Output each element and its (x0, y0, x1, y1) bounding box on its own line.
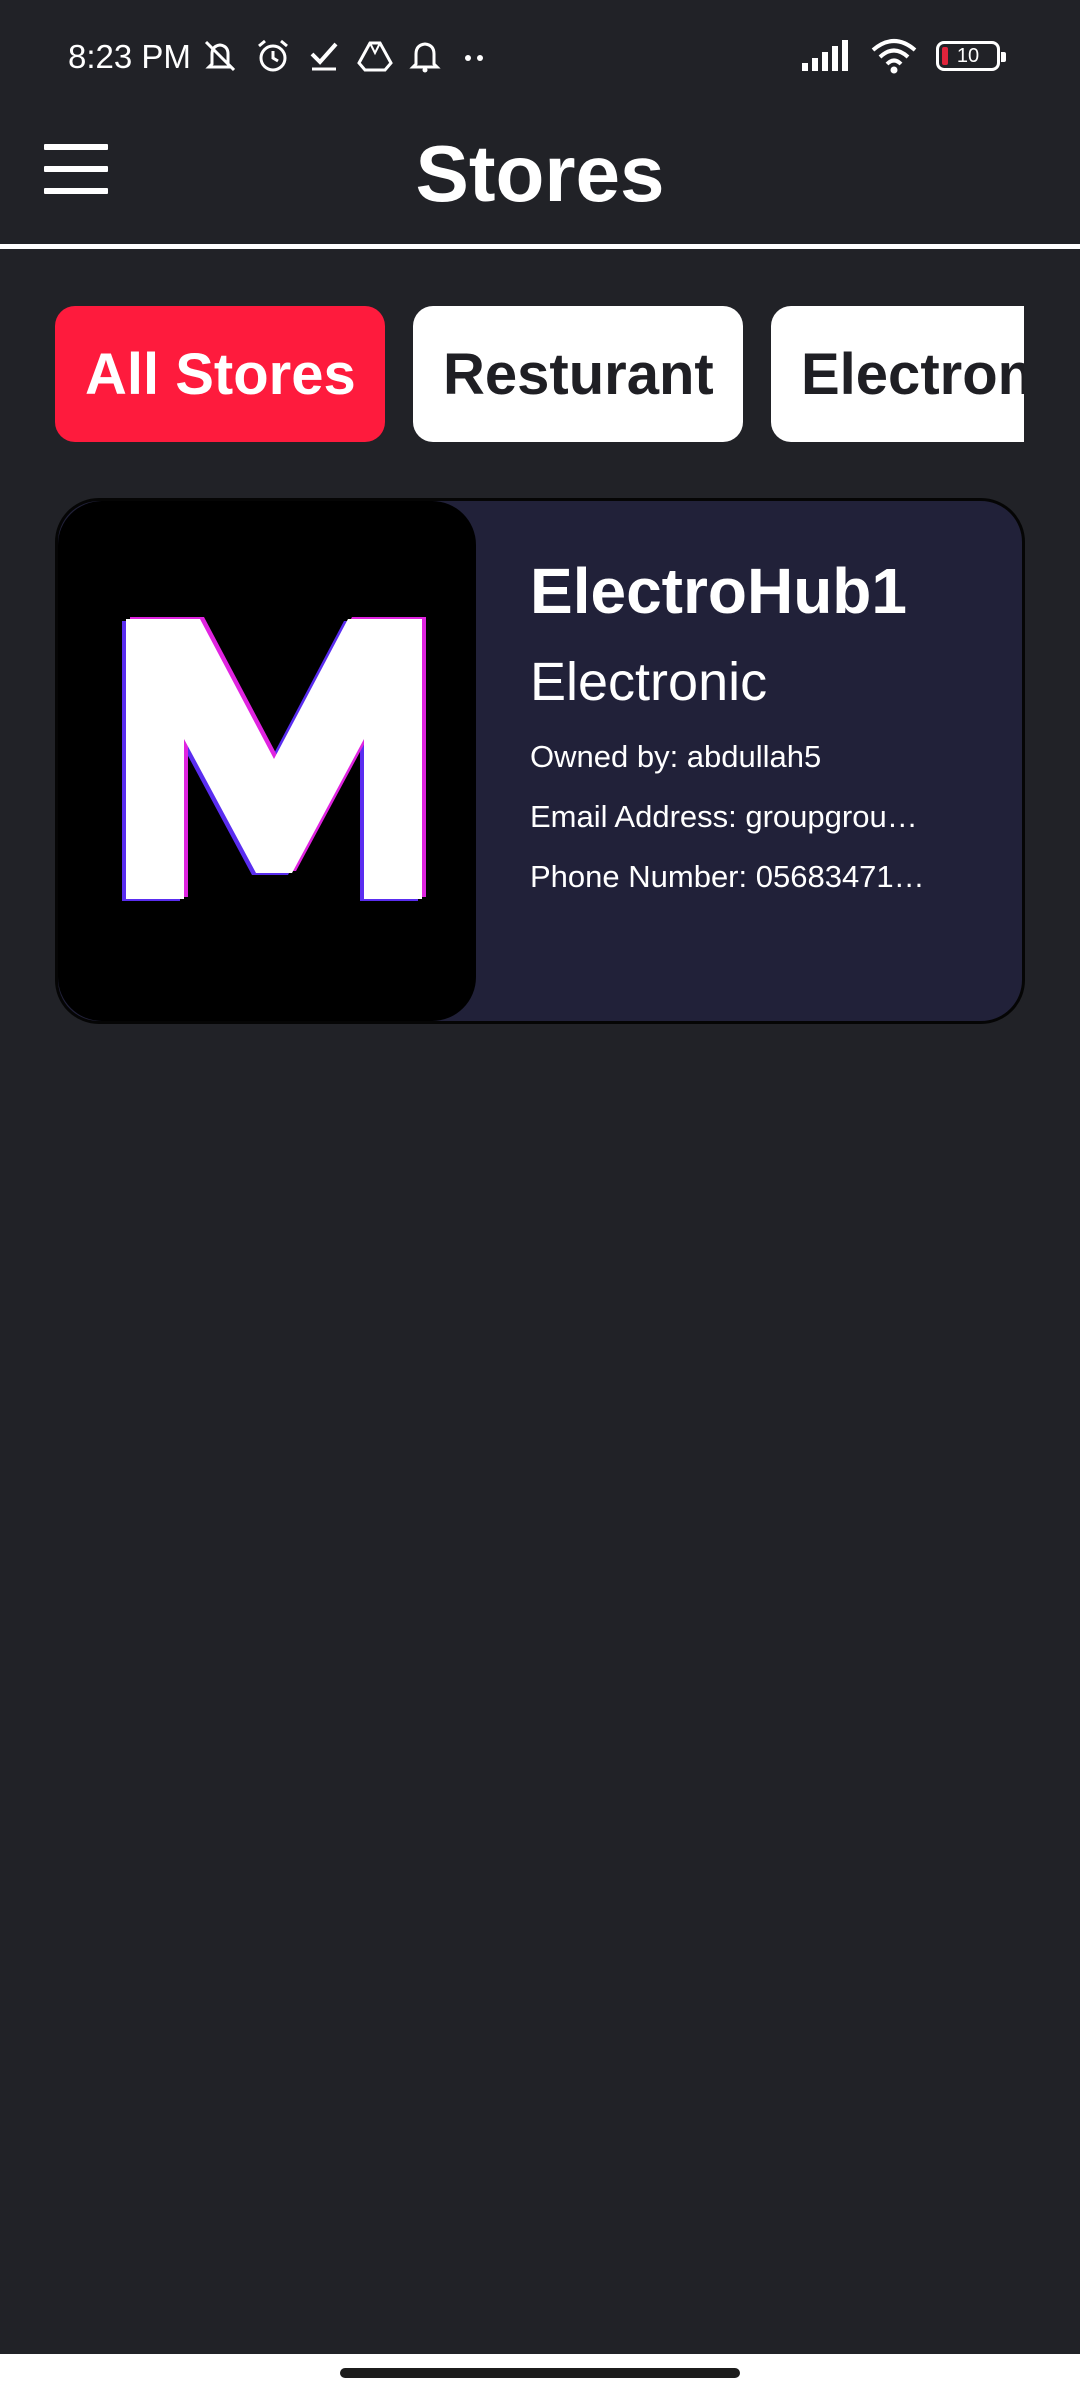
status-icons-left (200, 38, 492, 74)
store-phone: Phone Number: 05683471… (530, 859, 925, 894)
category-chip-resturant[interactable]: Resturant (413, 306, 743, 442)
store-card[interactable]: ElectroHub1 Electronic Owned by: abdulla… (55, 498, 1025, 1024)
store-name: ElectroHub1 (530, 555, 907, 627)
drive-icon (357, 41, 393, 72)
status-icons-right: 10 (800, 38, 1006, 74)
store-logo (58, 501, 476, 1021)
status-time: 8:23 PM (68, 38, 191, 75)
navigation-bar (0, 2354, 1080, 2400)
store-logo-image (122, 617, 426, 901)
more-dots-icon (465, 55, 483, 61)
alarm-icon (258, 39, 288, 72)
battery-icon: 10 (936, 41, 1006, 71)
store-category: Electronic (530, 652, 768, 712)
status-bar: 8:23 PM 10 (0, 0, 1080, 110)
home-indicator[interactable] (340, 2368, 740, 2378)
battery-level: 10 (956, 44, 980, 67)
wifi-icon (871, 39, 917, 74)
battery-fill (942, 47, 948, 65)
app-bar: Stores (0, 110, 1080, 244)
check-icon (310, 42, 338, 71)
category-chip-all-stores[interactable]: All Stores (55, 306, 385, 442)
header-divider (0, 244, 1080, 249)
category-filter-bar[interactable]: All Stores Resturant Electron (55, 306, 1025, 442)
store-owner: Owned by: abdullah5 (530, 739, 822, 774)
mute-icon (204, 40, 236, 72)
bell-icon (409, 42, 441, 73)
signal-icon (802, 40, 848, 71)
category-chip-electronic[interactable]: Electron (771, 306, 1024, 442)
store-info: ElectroHub1 Electronic Owned by: abdulla… (530, 551, 1000, 895)
store-email: Email Address: groupgrou… (530, 799, 918, 834)
page-title: Stores (415, 129, 665, 218)
